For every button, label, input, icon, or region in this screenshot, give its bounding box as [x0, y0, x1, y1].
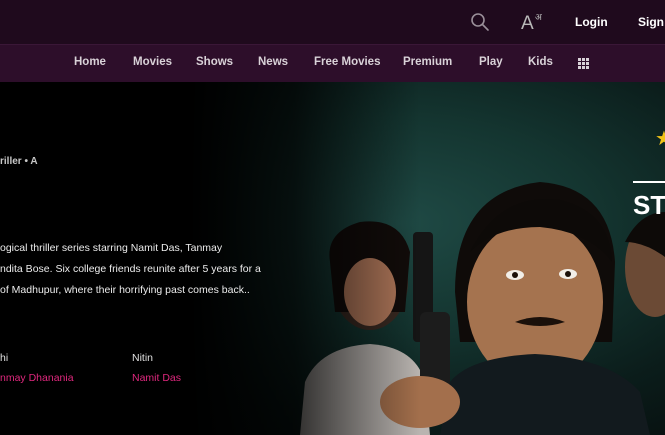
search-icon[interactable]	[470, 12, 490, 32]
cast-name-1[interactable]: nmay Dhanania	[0, 372, 74, 384]
top-bar: A अ Login Sign	[0, 0, 665, 44]
main-nav: Home Movies Shows News Free Movies Premi…	[0, 44, 665, 82]
cast-role-2: Nitin	[132, 352, 154, 364]
hero-banner: ★ STI riller • A ogical thriller series …	[0, 82, 665, 435]
star-icon: ★	[655, 128, 665, 150]
nav-item-shows[interactable]: Shows	[196, 56, 233, 68]
description-line: ogical thriller series starring Namit Da…	[0, 242, 223, 254]
description-line: ndita Bose. Six college friends reunite …	[0, 263, 261, 275]
nav-item-movies[interactable]: Movies	[133, 56, 172, 68]
title-divider	[633, 181, 665, 183]
language-glyph-latin: A	[521, 13, 534, 34]
language-icon[interactable]: A अ	[521, 10, 545, 34]
nav-item-news[interactable]: News	[258, 56, 288, 68]
nav-item-free-movies[interactable]: Free Movies	[314, 56, 380, 68]
apps-grid-icon[interactable]	[578, 58, 589, 69]
cast-name-2[interactable]: Namit Das	[132, 372, 181, 384]
cast-role-1: hi	[0, 352, 9, 364]
nav-item-premium[interactable]: Premium	[403, 56, 452, 68]
nav-item-play[interactable]: Play	[479, 56, 503, 68]
nav-item-kids[interactable]: Kids	[528, 56, 553, 68]
show-meta: riller • A	[0, 156, 38, 167]
login-button[interactable]: Login	[575, 15, 608, 29]
nav-item-home[interactable]: Home	[74, 56, 106, 68]
show-description: ogical thriller series starring Namit Da…	[0, 238, 300, 301]
language-glyph-devanagari: अ	[535, 12, 542, 22]
description-line: of Madhupur, where their horrifying past…	[0, 284, 250, 296]
signup-button[interactable]: Sign	[638, 15, 664, 29]
show-title-logo: STI	[633, 190, 665, 220]
